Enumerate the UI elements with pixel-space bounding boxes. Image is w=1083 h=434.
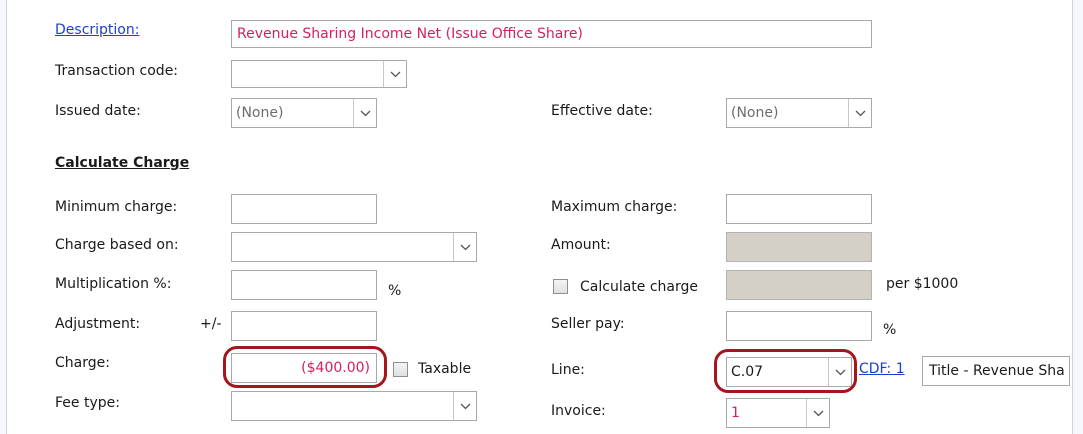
multiplication-field[interactable]	[231, 270, 377, 300]
per-thousand-unit: per $1000	[886, 276, 959, 292]
calculate-charge-label: Calculate charge	[580, 279, 698, 295]
description-value: Revenue Sharing Income Net (Issue Office…	[237, 26, 583, 42]
calculate-charge-field	[726, 270, 872, 300]
effective-date-value: (None)	[731, 105, 779, 121]
amount-field	[726, 232, 872, 262]
charge-based-on-select[interactable]	[231, 232, 477, 262]
fee-type-select[interactable]	[231, 391, 477, 421]
charge-label: Charge:	[55, 355, 110, 371]
issued-date-value: (None)	[236, 105, 284, 121]
adjustment-sign: +/-	[200, 316, 222, 332]
effective-date-label: Effective date:	[551, 103, 653, 119]
description-link[interactable]: Description:	[55, 22, 139, 38]
line-highlight-ring	[714, 349, 857, 393]
minimum-charge-field[interactable]	[231, 194, 377, 224]
transaction-code-select[interactable]	[231, 60, 407, 88]
window-frame-right	[1072, 0, 1083, 434]
chevron-down-icon[interactable]	[453, 392, 476, 420]
chevron-down-icon[interactable]	[383, 61, 406, 87]
seller-pay-field[interactable]	[726, 311, 872, 341]
minimum-charge-label: Minimum charge:	[55, 199, 178, 215]
charge-based-on-label: Charge based on:	[55, 237, 179, 253]
section-title: Calculate Charge	[55, 155, 190, 171]
chevron-down-icon[interactable]	[453, 233, 476, 261]
multiplication-label: Multiplication %:	[55, 276, 172, 292]
issued-date-label: Issued date:	[55, 103, 141, 119]
cdf-link[interactable]: CDF: 1	[859, 361, 905, 377]
seller-pay-label: Seller pay:	[551, 316, 625, 332]
invoice-select[interactable]: 1	[726, 398, 830, 428]
transaction-code-label: Transaction code:	[55, 63, 179, 79]
charge-highlight-ring	[223, 346, 387, 388]
invoice-label: Invoice:	[551, 403, 606, 419]
taxable-label: Taxable	[418, 361, 472, 377]
description-field[interactable]: Revenue Sharing Income Net (Issue Office…	[231, 20, 872, 48]
invoice-value: 1	[731, 405, 740, 421]
taxable-checkbox[interactable]	[393, 362, 408, 377]
amount-label: Amount:	[551, 237, 611, 253]
seller-pay-unit: %	[883, 322, 897, 338]
issued-date-select[interactable]: (None)	[231, 98, 377, 128]
window-frame-left	[0, 0, 7, 434]
line-title-field[interactable]: Title - Revenue Sha	[922, 356, 1070, 386]
chevron-down-icon[interactable]	[806, 399, 829, 427]
maximum-charge-label: Maximum charge:	[551, 199, 678, 215]
line-title-value: Title - Revenue Sha	[929, 363, 1065, 379]
line-label: Line:	[551, 362, 585, 378]
effective-date-select[interactable]: (None)	[726, 98, 872, 128]
adjustment-label: Adjustment:	[55, 316, 141, 332]
maximum-charge-field[interactable]	[726, 194, 872, 224]
multiplication-unit: %	[388, 283, 402, 299]
adjustment-field[interactable]	[231, 311, 377, 341]
calculate-charge-checkbox[interactable]	[553, 279, 568, 294]
fee-type-label: Fee type:	[55, 395, 120, 411]
chevron-down-icon[interactable]	[353, 99, 376, 127]
chevron-down-icon[interactable]	[848, 99, 871, 127]
